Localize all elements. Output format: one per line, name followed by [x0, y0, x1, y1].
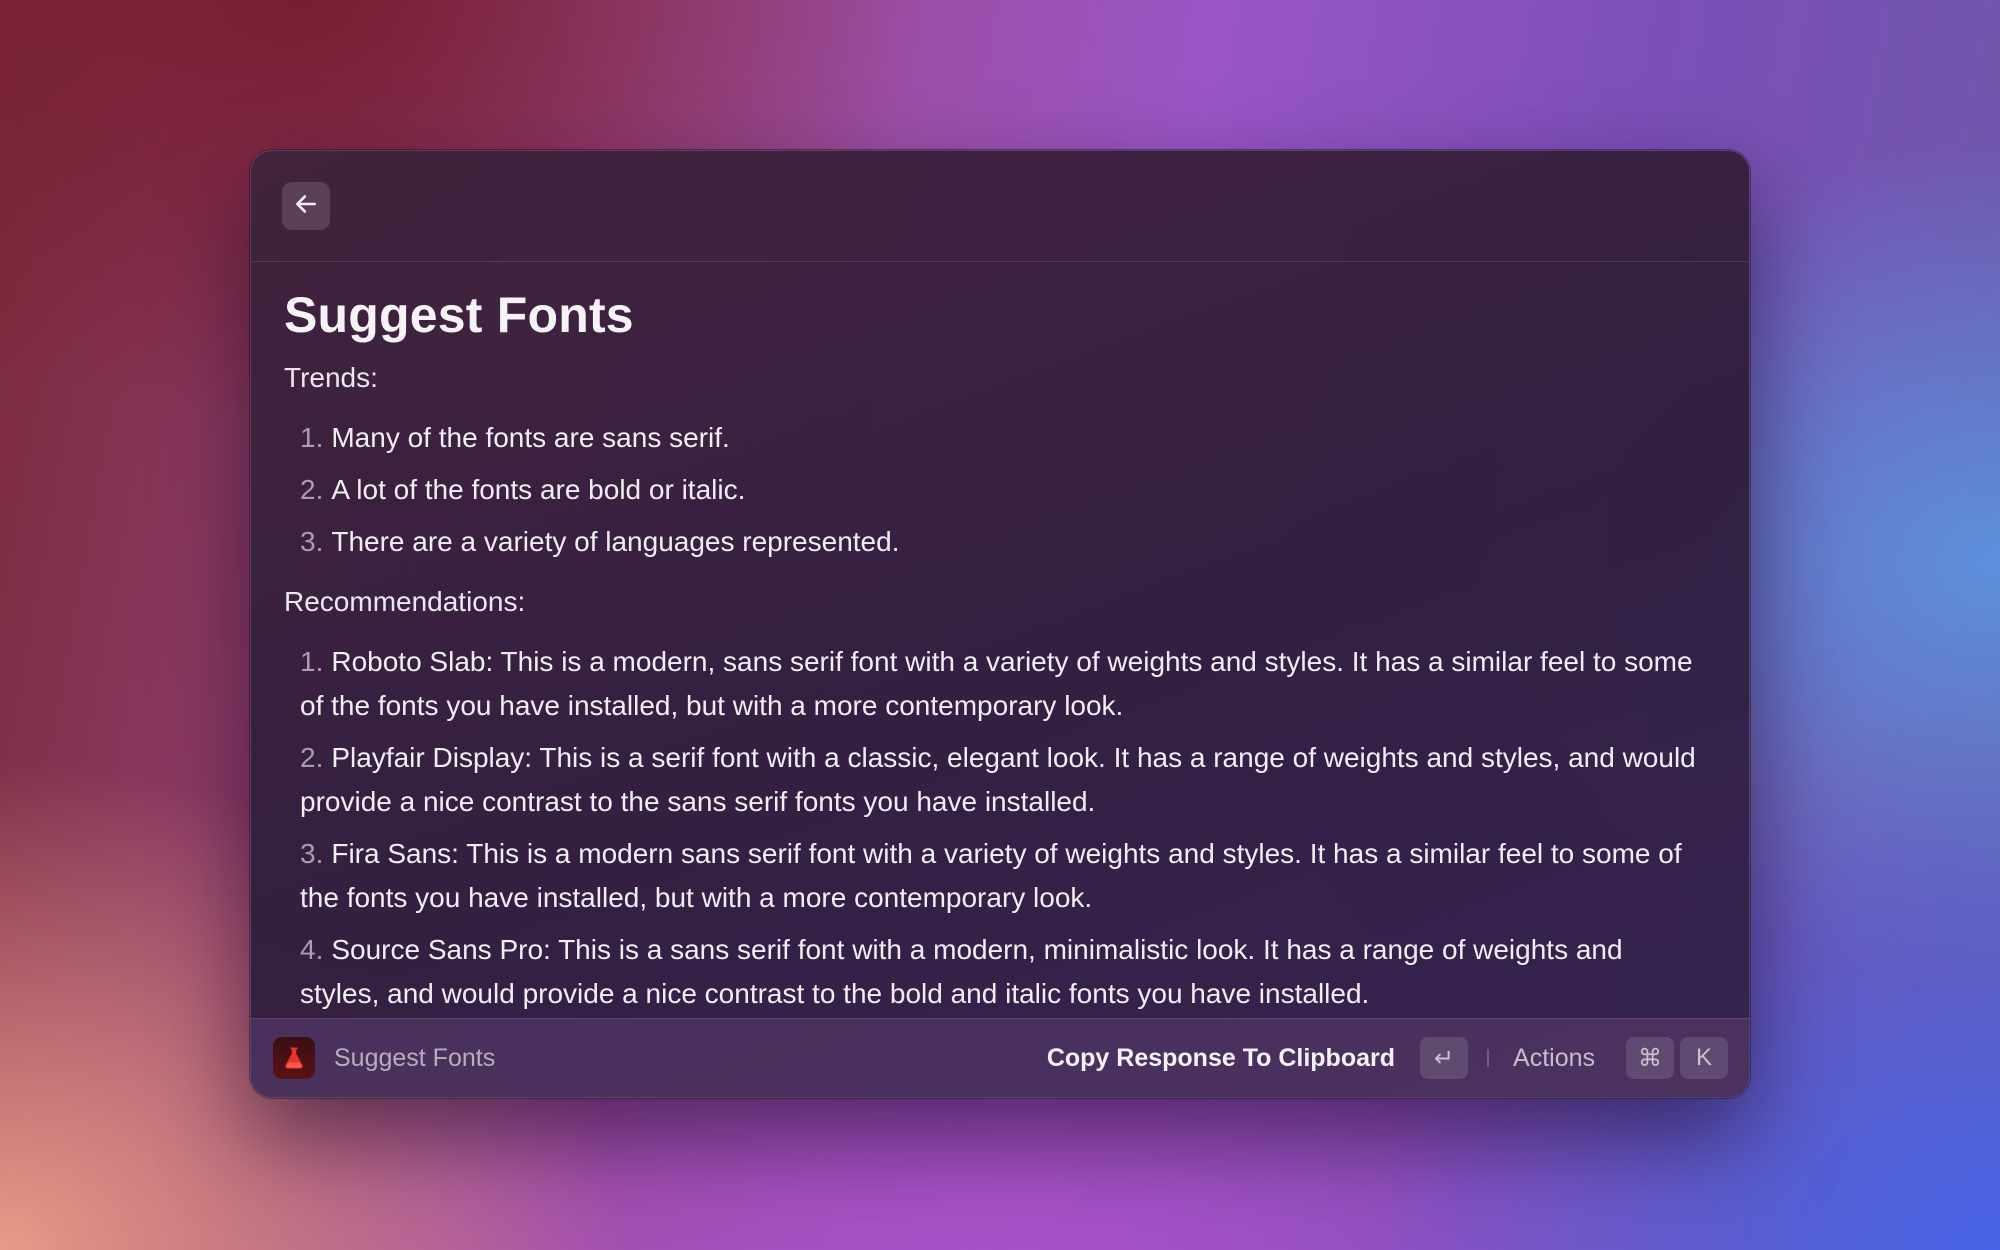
extension-window: Suggest Fonts Trends: 1. Many of the font… — [250, 150, 1750, 1098]
list-text: A lot of the fonts are bold or italic. — [331, 474, 746, 505]
list-text: Source Sans Pro: This is a sans serif fo… — [300, 934, 1623, 1009]
list-number: 3. — [300, 526, 324, 557]
list-number: 3. — [300, 838, 324, 869]
top-bar — [251, 151, 1749, 262]
list-item: 4. Source Sans Pro: This is a sans serif … — [300, 928, 1699, 1015]
trends-list: 1. Many of the fonts are sans serif. 2. A … — [284, 416, 1699, 564]
list-item: 1. Roboto Slab: This is a modern, sans se… — [300, 640, 1699, 728]
action-bar: Suggest Fonts Copy Response To Clipboard… — [251, 1018, 1749, 1097]
list-text: Roboto Slab: This is a modern, sans seri… — [300, 646, 1693, 721]
response-content: Suggest Fonts Trends: 1. Many of the font… — [284, 286, 1699, 1015]
list-number: 1. — [300, 646, 324, 677]
list-text: Many of the fonts are sans serif. — [331, 422, 730, 453]
list-item: 3. There are a variety of languages repre… — [300, 520, 1699, 564]
page-title: Suggest Fonts — [284, 287, 634, 343]
list-text: Playfair Display: This is a serif font w… — [300, 742, 1696, 817]
list-number: 2. — [300, 474, 324, 505]
command-key-icon: ⌘ — [1626, 1037, 1674, 1079]
list-text: Fira Sans: This is a modern sans serif f… — [300, 838, 1682, 913]
recommendations-list: 1. Roboto Slab: This is a modern, sans se… — [284, 640, 1699, 1015]
recommendations-heading: Recommendations: — [284, 586, 526, 617]
list-number: 2. — [300, 742, 324, 773]
list-number: 4. — [300, 934, 324, 965]
actions-button[interactable]: Actions — [1513, 1019, 1595, 1097]
copy-response-button[interactable]: Copy Response To Clipboard — [1047, 1019, 1395, 1097]
list-text: There are a variety of languages represe… — [331, 526, 900, 557]
arrow-left-icon — [293, 191, 319, 222]
enter-key-icon: ↵ — [1420, 1037, 1468, 1079]
list-item: 1. Many of the fonts are sans serif. — [300, 416, 1699, 460]
back-button[interactable] — [282, 182, 330, 230]
list-item: 2. A lot of the fonts are bold or italic. — [300, 468, 1699, 512]
k-key: K — [1680, 1037, 1728, 1079]
list-item: 3. Fira Sans: This is a modern sans serif… — [300, 832, 1699, 920]
list-number: 1. — [300, 422, 324, 453]
divider — [1487, 1049, 1489, 1067]
extension-title: Suggest Fonts — [334, 1044, 496, 1072]
trends-heading: Trends: — [284, 362, 378, 393]
flask-icon — [273, 1037, 315, 1079]
list-item: 2. Playfair Display: This is a serif font… — [300, 736, 1699, 824]
